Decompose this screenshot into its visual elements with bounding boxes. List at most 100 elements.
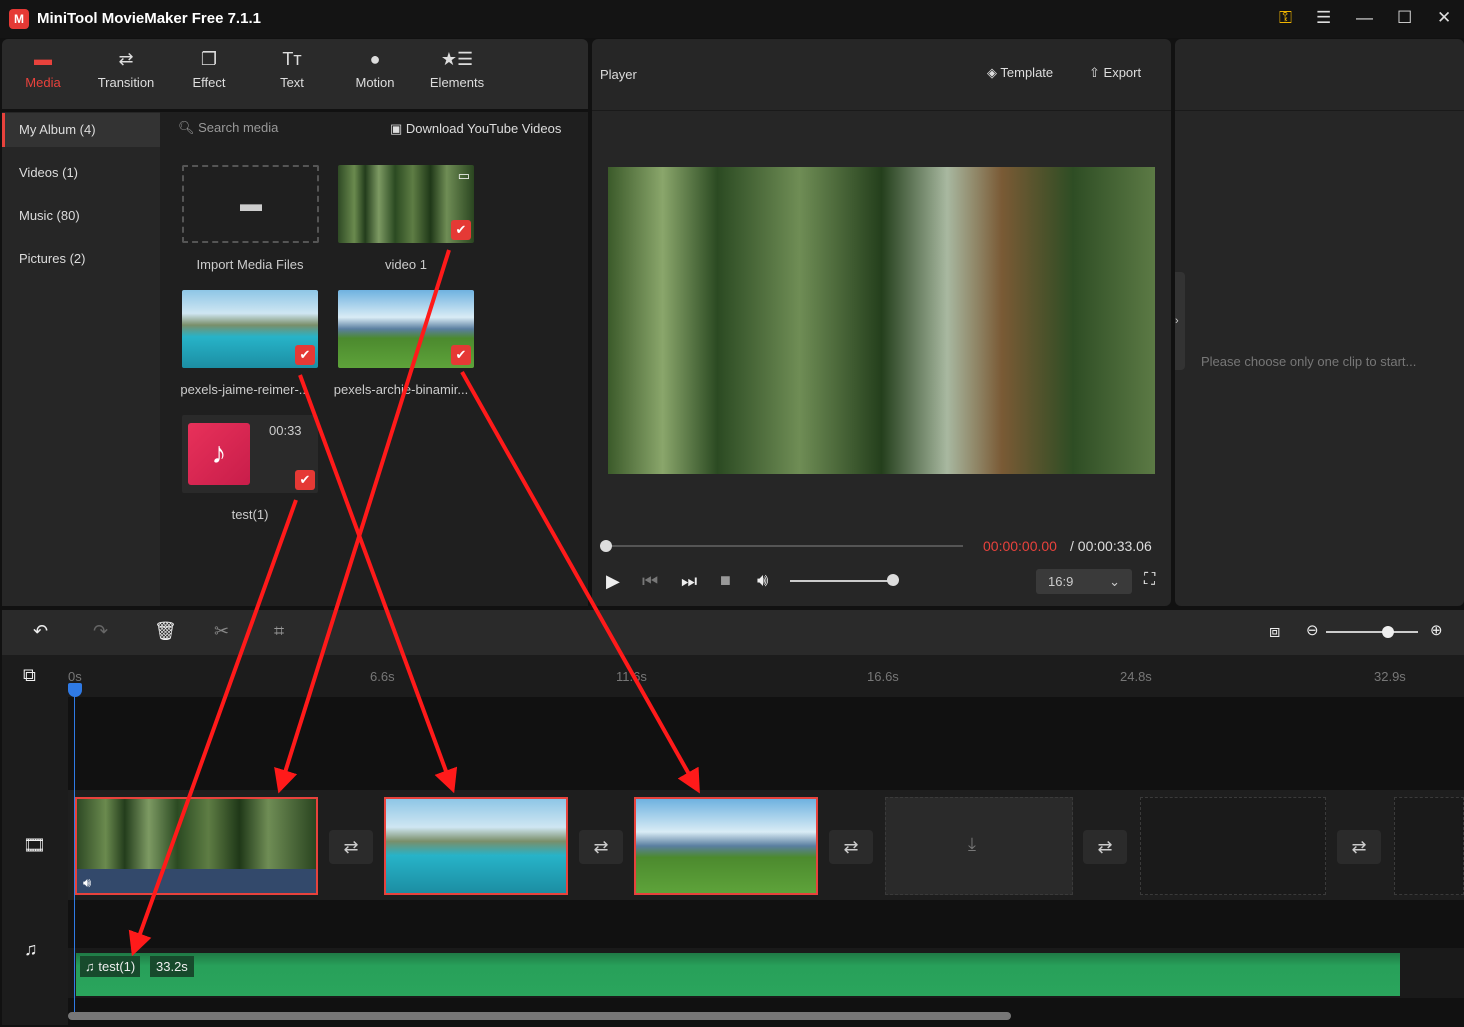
tab-label: Motion xyxy=(355,75,395,90)
swap-icon: ⇄ xyxy=(118,49,134,69)
transition-slot[interactable]: ⇄ xyxy=(1337,830,1381,864)
stop-icon[interactable]: ■ xyxy=(720,570,731,591)
redo-icon[interactable]: ↷ xyxy=(93,621,108,642)
track-headers: ⧉ 🎞︎ ♫ xyxy=(2,655,68,1025)
volume-icon[interactable]: 🔊︎ xyxy=(757,570,768,591)
tab-motion[interactable]: ● Motion xyxy=(335,49,415,90)
transition-slot[interactable]: ⇄ xyxy=(829,830,873,864)
search-media[interactable]: 🔍︎ Search media xyxy=(178,120,278,136)
download-youtube-button[interactable]: ▣ Download YouTube Videos xyxy=(390,121,561,137)
tab-label: Elements xyxy=(429,75,485,90)
tick-label: 24.8s xyxy=(1120,669,1152,684)
aspect-ratio-select[interactable]: 16:9 ⌄ xyxy=(1036,569,1132,594)
clip-thumbnail xyxy=(77,799,316,869)
playhead-line xyxy=(74,690,75,1020)
music-icon: ♫ xyxy=(85,959,95,974)
menu-icon[interactable]: ☰ xyxy=(1316,8,1331,28)
checked-icon[interactable]: ✔ xyxy=(451,220,471,240)
tab-transition[interactable]: ⇄ Transition xyxy=(86,49,166,90)
collapse-toggle[interactable]: › xyxy=(1175,272,1185,370)
checked-icon[interactable]: ✔ xyxy=(295,345,315,365)
music-track-icon: ♫ xyxy=(24,939,38,959)
empty-slot xyxy=(1140,797,1326,895)
key-icon[interactable]: ⚿ xyxy=(1279,8,1292,28)
fullscreen-icon[interactable]: ⛶ xyxy=(1144,571,1155,589)
horizontal-scrollbar[interactable] xyxy=(68,1012,1011,1020)
volume-slider[interactable] xyxy=(790,580,894,582)
sidebar-item-videos[interactable]: Videos (1) xyxy=(2,156,160,190)
sidebar-item-pictures[interactable]: Pictures (2) xyxy=(2,242,160,276)
add-track-icon[interactable]: ⧉ xyxy=(23,665,36,686)
zoom-in-icon[interactable]: ⊕ xyxy=(1430,621,1443,639)
seek-handle[interactable] xyxy=(600,540,612,552)
timeline-toolbar: ↶ ↷ 🗑︎ ✂ ⌗ ⧈ ⊖ ⊕ xyxy=(2,610,1464,655)
tab-label: Transition xyxy=(97,75,155,90)
media-label: Import Media Files xyxy=(196,257,304,272)
volume-handle[interactable] xyxy=(887,574,899,586)
tab-effect[interactable]: ❐ Effect xyxy=(169,49,249,90)
media-label: video 1 xyxy=(385,257,427,272)
layers-icon: ◈ xyxy=(987,65,997,80)
timeline-ruler[interactable]: 0s 6.6s 11.6s 16.6s 24.8s 32.9s xyxy=(68,655,1464,697)
transition-slot[interactable]: ⇄ xyxy=(579,830,623,864)
import-media-button[interactable]: ▬ xyxy=(182,165,319,243)
media-item-video-1[interactable]: ▭ ✔ xyxy=(338,165,474,243)
timeline-clip-pexels-jaime[interactable] xyxy=(384,797,568,895)
previous-frame-icon[interactable]: ⏮ xyxy=(642,571,658,592)
minimize-icon[interactable]: — xyxy=(1356,8,1373,28)
app-title: MiniTool MovieMaker Free 7.1.1 xyxy=(37,10,261,27)
zoom-slider[interactable] xyxy=(1326,631,1418,633)
scissors-icon[interactable]: ✂ xyxy=(214,621,229,642)
fit-timeline-icon[interactable]: ⧈ xyxy=(1269,621,1280,642)
sidebar-item-my-album[interactable]: My Album (4) xyxy=(2,113,160,147)
media-item-pexels-archie[interactable]: ✔ xyxy=(338,290,474,368)
maximize-icon[interactable]: ☐ xyxy=(1397,8,1412,28)
current-time: 00:00:00.00 xyxy=(983,538,1057,554)
export-button[interactable]: ⇧ Export xyxy=(1089,65,1141,81)
tab-label: Effect xyxy=(192,75,226,90)
transition-slot[interactable]: ⇄ xyxy=(329,830,373,864)
volume-icon[interactable]: 🔊︎ xyxy=(83,875,91,891)
total-time: / 00:00:33.06 xyxy=(1070,538,1152,554)
media-label: test(1) xyxy=(231,507,269,522)
import-icon: ⤓ xyxy=(968,834,976,854)
media-library: 🔍︎ Search media ▣ Download YouTube Video… xyxy=(160,112,588,606)
divider xyxy=(1175,110,1464,111)
audio-clip-test-1[interactable]: ♫ test(1) 33.2s xyxy=(76,953,1400,996)
video-camera-icon: ▭ xyxy=(457,168,470,183)
audio-name-badge: ♫ test(1) xyxy=(80,956,141,977)
template-button[interactable]: ◈ Template xyxy=(987,65,1053,81)
export-label: Export xyxy=(1103,65,1142,80)
player-title: Player xyxy=(600,67,637,82)
upload-icon: ⇧ xyxy=(1089,65,1100,80)
play-icon[interactable]: ▶ xyxy=(606,571,620,592)
divider xyxy=(592,110,1171,111)
crop-icon[interactable]: ⌗ xyxy=(274,621,284,642)
checked-icon[interactable]: ✔ xyxy=(451,345,471,365)
transition-slot[interactable]: ⇄ xyxy=(1083,830,1127,864)
media-item-pexels-jaime[interactable]: ✔ xyxy=(182,290,318,368)
sidebar-item-music[interactable]: Music (80) xyxy=(2,199,160,233)
drop-zone[interactable]: ⤓ xyxy=(885,797,1073,895)
timeline-clip-video-1[interactable]: 🔊︎ xyxy=(75,797,318,895)
empty-slot xyxy=(1394,797,1464,895)
playhead-handle[interactable] xyxy=(68,683,82,697)
tab-text[interactable]: Tт Text xyxy=(252,49,332,90)
tab-elements[interactable]: ★☰ Elements xyxy=(417,49,497,90)
media-item-test-1[interactable]: ♪ 00:33 ✔ xyxy=(182,415,318,493)
checked-icon[interactable]: ✔ xyxy=(295,470,315,490)
motion-icon: ● xyxy=(369,49,381,69)
album-sidebar: My Album (4) Videos (1) Music (80) Pictu… xyxy=(2,112,160,606)
zoom-handle[interactable] xyxy=(1382,626,1394,638)
close-icon[interactable]: ✕ xyxy=(1437,8,1451,28)
tab-media[interactable]: ▬ Media xyxy=(3,49,83,90)
timeline-clip-pexels-archie[interactable] xyxy=(634,797,818,895)
duration: 00:33 xyxy=(269,423,302,438)
search-input[interactable]: Search media xyxy=(198,120,278,135)
undo-icon[interactable]: ↶ xyxy=(33,621,48,642)
next-frame-icon[interactable]: ⏭ xyxy=(681,571,697,592)
zoom-out-icon[interactable]: ⊖ xyxy=(1306,621,1319,639)
seek-bar[interactable] xyxy=(606,545,963,547)
chevron-down-icon: ⌄ xyxy=(1109,574,1120,589)
delete-icon[interactable]: 🗑︎ xyxy=(154,621,177,642)
